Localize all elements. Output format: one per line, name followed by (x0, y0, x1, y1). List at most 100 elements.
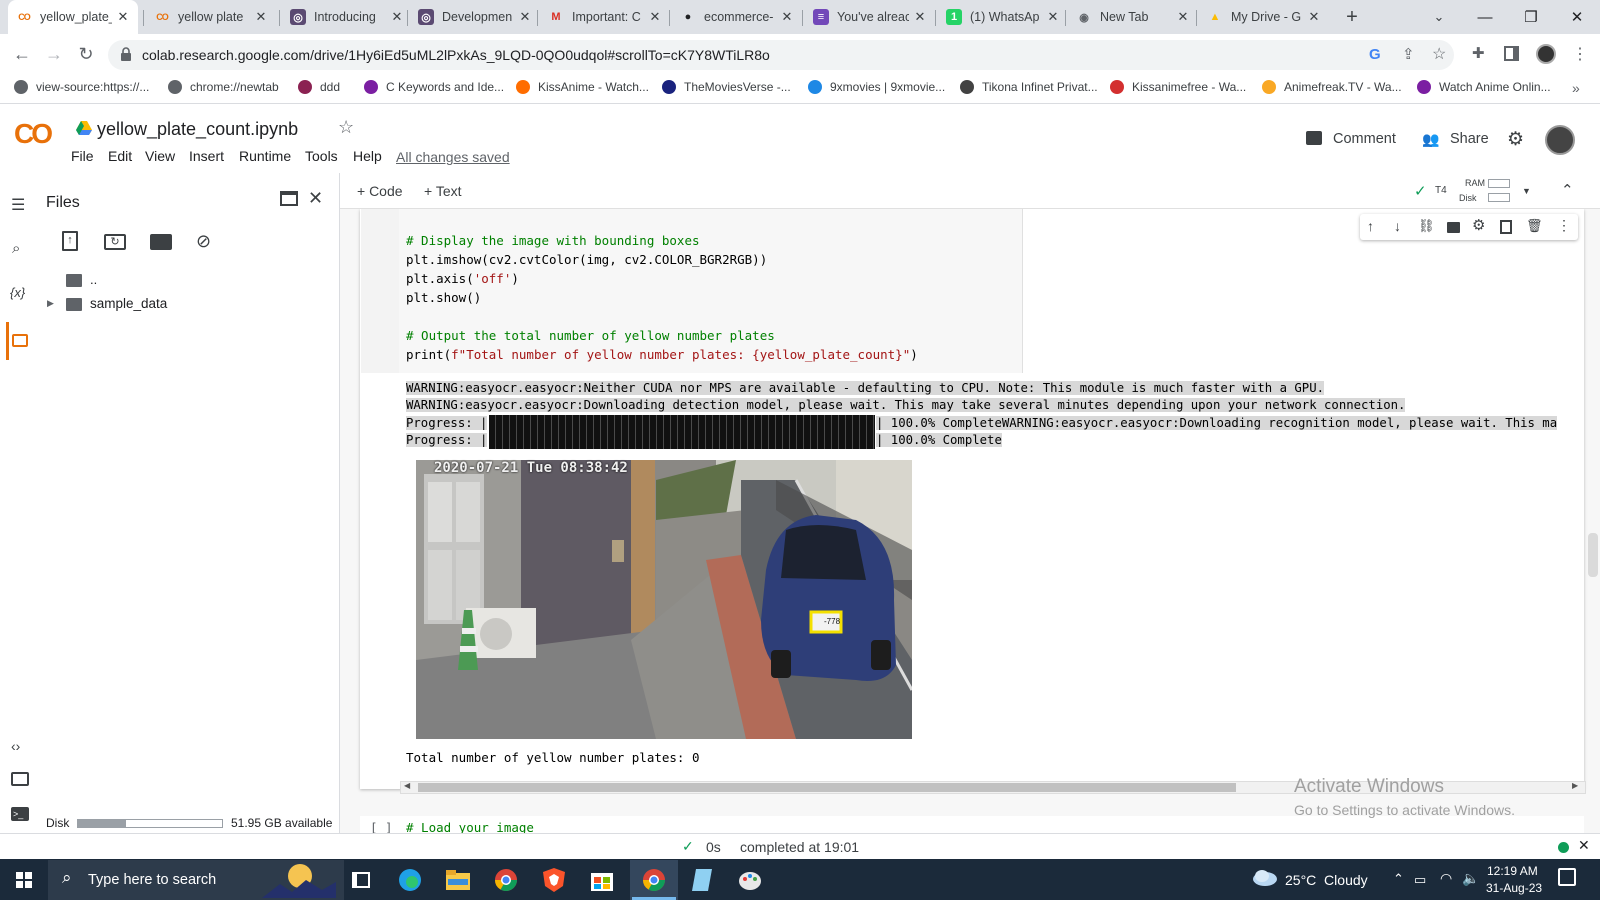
taskbar-search-placeholder[interactable]: Type here to search (88, 872, 216, 888)
close-tab-icon[interactable]: ✕ (648, 9, 662, 25)
expand-arrow-icon[interactable]: ▶ (47, 298, 54, 309)
chrome-active-icon[interactable] (640, 866, 668, 894)
bookmark-10[interactable]: Animefreak.TV - Wa... (1262, 80, 1402, 94)
tab-2[interactable]: CO yellow plate ✕ (146, 0, 276, 34)
tab-1[interactable]: CO yellow_plate_ ✕ (8, 0, 138, 34)
comment-button[interactable]: Comment (1333, 131, 1396, 147)
upload-file-icon[interactable]: ↑ (62, 231, 78, 251)
bookmark-1[interactable]: view-source:https://... (14, 80, 149, 94)
collapse-header-icon[interactable]: ⌃ (1561, 181, 1574, 199)
menu-insert[interactable]: Insert (189, 148, 224, 164)
code-snippets-icon[interactable]: ‹› (11, 738, 20, 754)
disk-meter[interactable] (1488, 193, 1510, 202)
store-icon[interactable] (588, 866, 616, 894)
clock-time[interactable]: 12:19 AM (1487, 864, 1538, 878)
volume-icon[interactable]: 🔈 (1462, 870, 1479, 887)
weather-text[interactable]: 25°C Cloudy (1285, 872, 1368, 888)
sample-data-folder[interactable]: sample_data (90, 296, 167, 311)
ram-meter[interactable] (1488, 179, 1510, 188)
star-notebook-icon[interactable]: ☆ (338, 117, 354, 138)
resources-dropdown-icon[interactable]: ▼ (1522, 186, 1531, 196)
close-window-button[interactable]: ✕ (1554, 0, 1600, 34)
close-tab-icon[interactable]: ✕ (1307, 9, 1321, 25)
tab-8[interactable]: 1 (1) WhatsAp ✕ (938, 0, 1068, 34)
brave-icon[interactable] (540, 866, 568, 894)
code-line[interactable]: # Display the image with bounding boxes (406, 233, 700, 248)
windows-start-icon[interactable] (16, 872, 32, 888)
menu-runtime[interactable]: Runtime (239, 148, 291, 164)
chrome-menu-icon[interactable]: ⋮ (1572, 44, 1588, 64)
menu-file[interactable]: File (71, 148, 94, 164)
battery-icon[interactable]: ▭ (1414, 872, 1426, 888)
hide-files-icon[interactable]: ⊘ (196, 231, 211, 252)
close-tab-icon[interactable]: ✕ (116, 9, 130, 25)
paint-icon[interactable] (736, 866, 764, 894)
close-tab-icon[interactable]: ✕ (1046, 9, 1060, 25)
bookmark-4[interactable]: C Keywords and Ide... (364, 80, 504, 94)
settings-gear-icon[interactable]: ⚙ (1507, 128, 1524, 151)
tab-4[interactable]: ◎ Developmen ✕ (410, 0, 540, 34)
share-button[interactable]: Share (1450, 131, 1489, 147)
connected-check-icon[interactable]: ✓ (1414, 182, 1427, 200)
bookmark-7[interactable]: 9xmovies | 9xmovie... (808, 80, 945, 94)
link-cell-icon[interactable]: ⛓ (1418, 218, 1435, 234)
close-tab-icon[interactable]: ✕ (780, 9, 794, 25)
runtime-type[interactable]: T4 (1435, 185, 1447, 196)
search-icon[interactable]: ⌕ (12, 240, 20, 257)
menu-help[interactable]: Help (353, 148, 382, 164)
profile-avatar[interactable] (1536, 44, 1556, 64)
new-tab-button[interactable]: + (1341, 6, 1363, 28)
tab-3[interactable]: ◎ Introducing ✕ (282, 0, 412, 34)
task-view-icon[interactable] (352, 872, 370, 888)
comment-cell-icon[interactable] (1447, 222, 1460, 233)
move-cell-down-icon[interactable]: ↓ (1394, 218, 1401, 234)
more-bookmarks-icon[interactable]: » (1572, 80, 1580, 96)
notebook-scroll-thumb[interactable] (1588, 533, 1598, 577)
parent-folder-icon[interactable] (66, 274, 82, 287)
scroll-thumb[interactable] (418, 783, 1236, 792)
chrome-taskbar-icon[interactable] (492, 866, 520, 894)
next-code-cell[interactable] (360, 816, 1584, 833)
tab-9[interactable]: ◉ New Tab ✕ (1068, 0, 1198, 34)
menu-tools[interactable]: Tools (305, 148, 338, 164)
parent-dir-label[interactable]: .. (90, 272, 97, 287)
tab-10[interactable]: ▲ My Drive - G ✕ (1199, 0, 1329, 34)
close-tab-icon[interactable]: ✕ (518, 9, 532, 25)
code-line[interactable]: plt.show() (406, 290, 481, 305)
notepad-icon[interactable] (688, 866, 716, 894)
add-code-button[interactable]: + Code (357, 183, 403, 199)
delete-cell-icon[interactable]: 🗑 (1526, 218, 1543, 234)
mirror-cell-icon[interactable] (1500, 220, 1512, 234)
bookmark-9[interactable]: Kissanimefree - Wa... (1110, 80, 1246, 94)
wifi-icon[interactable]: ◠ (1440, 870, 1452, 887)
colab-logo[interactable]: CO (14, 118, 53, 150)
notebook-title[interactable]: yellow_plate_count.ipynb (97, 119, 298, 140)
tab-search-icon[interactable]: ⌄ (1428, 6, 1450, 28)
edge-icon[interactable] (396, 866, 424, 894)
add-text-button[interactable]: + Text (424, 183, 462, 199)
tab-6[interactable]: ● ecommerce- ✕ (672, 0, 802, 34)
bookmark-6[interactable]: TheMoviesVerse -... (662, 80, 791, 94)
menu-edit[interactable]: Edit (108, 148, 132, 164)
code-line[interactable]: plt.imshow(cv2.cvtColor(img, cv2.COLOR_B… (406, 252, 767, 267)
connection-status-dot[interactable] (1558, 842, 1569, 853)
people-icon[interactable]: 👥 (1422, 131, 1439, 148)
url-text[interactable]: colab.research.google.com/drive/1Hy6iEd5… (142, 47, 770, 63)
cell-settings-icon[interactable]: ⚙ (1472, 216, 1485, 234)
clock-date[interactable]: 31-Aug-23 (1486, 881, 1542, 895)
close-tab-icon[interactable]: ✕ (390, 9, 404, 25)
bookmark-8[interactable]: Tikona Infinet Privat... (960, 80, 1098, 94)
execution-duration[interactable]: 0s (706, 839, 721, 855)
command-palette-icon[interactable] (11, 772, 29, 786)
side-panel-icon[interactable] (1504, 46, 1519, 61)
execution-completed[interactable]: completed at 19:01 (740, 839, 859, 855)
scroll-right-icon[interactable]: ▶ (1572, 781, 1578, 790)
mount-drive-icon[interactable] (150, 234, 172, 250)
close-tab-icon[interactable]: ✕ (1176, 9, 1190, 25)
code-line[interactable]: plt.axis('off') (406, 271, 519, 286)
file-explorer-icon[interactable] (444, 866, 472, 894)
bookmark-star-icon[interactable]: ☆ (1432, 44, 1446, 64)
close-tab-icon[interactable]: ✕ (254, 9, 268, 25)
code-line[interactable]: print(f"Total number of yellow number pl… (406, 347, 918, 362)
bookmark-3[interactable]: ddd (298, 80, 340, 94)
